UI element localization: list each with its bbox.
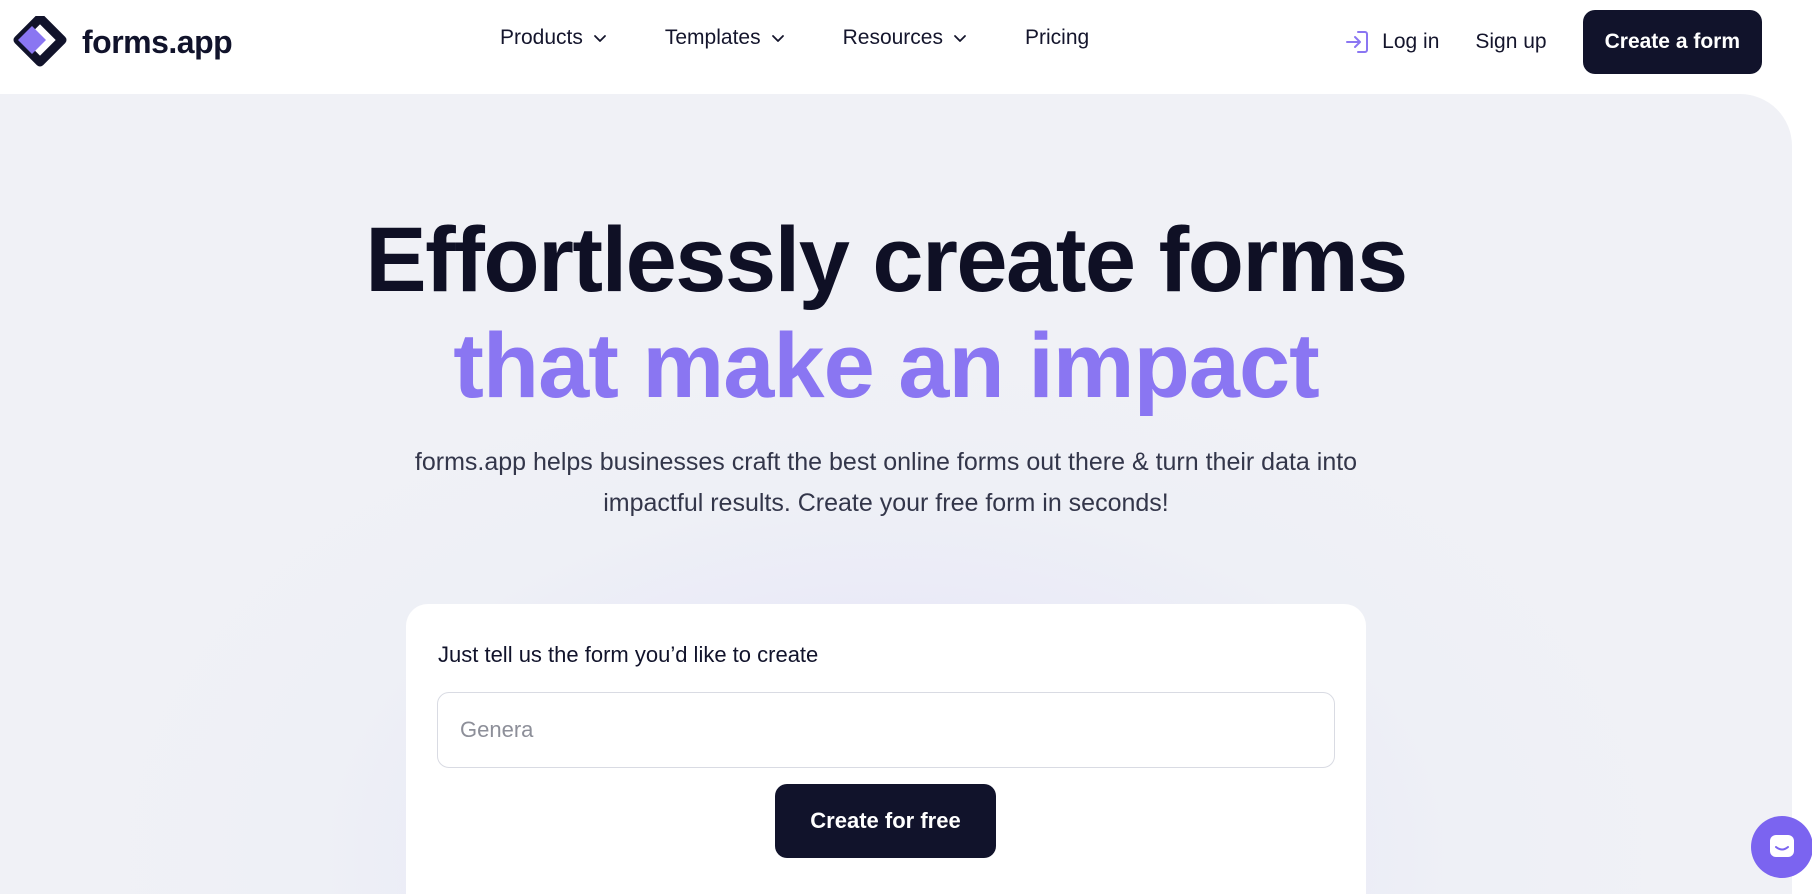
nav-item-label: Products [500,26,583,49]
chat-widget-button[interactable] [1751,816,1812,878]
nav-item-templates[interactable]: Templates [665,26,785,50]
create-a-form-button[interactable]: Create a form [1582,10,1762,74]
brand-name: forms.app [82,23,233,60]
hero-title: Effortlessly create forms [365,209,1408,311]
hero-section: Effortlessly create forms that make an i… [0,94,1792,894]
signup-link[interactable]: Sign up [1475,30,1546,54]
chat-bubble-icon [1770,835,1794,857]
forms-app-logo-icon [13,16,67,67]
chevron-down-icon [954,35,966,42]
nav-item-label: Templates [664,26,761,49]
nav-item-label: Pricing [1024,26,1090,49]
chevron-down-icon [593,35,606,42]
logo-link[interactable]: forms.app [10,16,233,68]
site-header: forms.app Products Templates Resources P… [0,0,1812,94]
form-description-input[interactable] [437,692,1335,768]
create-for-free-button[interactable]: Create for free [775,784,996,858]
hero-title-accent: that make an impact [453,315,1320,417]
main-nav: Products Templates Resources Pricing [500,26,1089,50]
chevron-down-icon [771,35,784,42]
generator-prompt-label: Just tell us the form you’d like to crea… [438,642,819,667]
header-actions: Log in Sign up Create a form [1344,10,1762,74]
form-generator-card: Just tell us the form you’d like to crea… [406,604,1366,894]
nav-item-pricing[interactable]: Pricing [1025,26,1089,50]
nav-item-resources[interactable]: Resources [843,26,967,50]
nav-item-products[interactable]: Products [500,26,607,50]
login-link[interactable]: Log in [1344,29,1439,55]
login-icon [1346,31,1369,53]
nav-item-label: Resources [842,26,943,49]
login-label: Log in [1382,30,1440,53]
hero-subtitle: forms.app helps businesses craft the bes… [414,448,1358,517]
